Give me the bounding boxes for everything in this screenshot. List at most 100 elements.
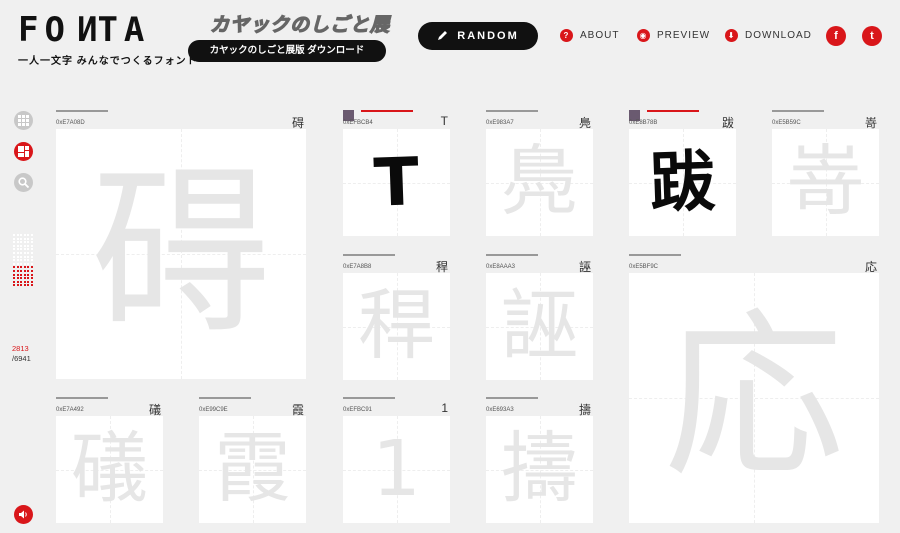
tile-divider	[199, 397, 251, 399]
glyph-tile[interactable]: 0xE7A492 礒礒	[56, 397, 163, 523]
about-link[interactable]: ? ABOUT	[560, 29, 619, 42]
progress-dot	[23, 251, 26, 254]
glyph-card[interactable]: T	[343, 129, 450, 236]
preview-link[interactable]: ◉ PREVIEW	[637, 29, 710, 42]
question-icon: ?	[560, 29, 573, 42]
progress-dot	[13, 255, 15, 258]
glyph-preview: 嵜	[787, 138, 864, 227]
glyph-card[interactable]: 霞	[199, 416, 306, 523]
download-icon: ⬇	[725, 29, 738, 42]
tile-code: 0xE8B78B	[629, 120, 658, 126]
progress-dot	[13, 269, 15, 272]
progress-dot	[23, 266, 26, 269]
event-title[interactable]: カヤックのしごと展	[209, 10, 390, 37]
progress-dot	[27, 248, 30, 251]
progress-dot	[30, 248, 33, 251]
search-button[interactable]	[14, 173, 33, 192]
glyph-tile[interactable]: 0xE7A08D 碍碍	[56, 110, 306, 379]
tile-code: 0xEFBCB4	[343, 120, 373, 126]
progress-dot	[13, 262, 15, 265]
glyph-preview: 誣	[501, 282, 578, 371]
progress-dot	[30, 266, 33, 269]
progress-dot	[27, 244, 30, 247]
glyph-tile[interactable]: 0xE5B59C 嵜嵜	[772, 110, 879, 236]
progress-dot	[16, 251, 19, 254]
progress-dot	[30, 234, 33, 236]
tile-divider	[486, 110, 538, 112]
tile-code: 0xE693A3	[486, 407, 514, 413]
progress-dot	[23, 234, 26, 236]
glyph-card[interactable]: 応	[629, 273, 879, 523]
progress-dot	[23, 273, 26, 276]
progress-dot	[16, 241, 19, 244]
tagline: 一人一文字 みんなでつくるフォント	[18, 56, 198, 67]
glyph-card[interactable]: 鳧	[486, 129, 593, 236]
download-label: DOWNLOAD	[745, 30, 812, 41]
progress-dot	[23, 241, 26, 244]
progress-dots	[13, 234, 35, 287]
progress-dot	[27, 255, 30, 258]
progress-dot	[30, 251, 33, 254]
tile-divider	[56, 110, 108, 112]
event-download-button[interactable]: カヤックのしごと展版 ダウンロード	[188, 40, 386, 62]
glyph-preview: 稈	[358, 282, 435, 371]
glyph-preview: T	[372, 142, 421, 222]
tile-char: 1	[441, 401, 448, 415]
glyph-card[interactable]: 嵜	[772, 129, 879, 236]
facebook-icon[interactable]: f	[826, 26, 846, 46]
glyph-tile[interactable]: 0xEFBC91 1 1	[343, 397, 450, 523]
preview-label: PREVIEW	[657, 30, 711, 41]
progress-dot	[23, 255, 26, 258]
glyph-card[interactable]: 誣	[486, 273, 593, 380]
progress-dot	[13, 284, 15, 287]
glyph-card[interactable]: 礒	[56, 416, 163, 523]
fonta-logo[interactable]: FONTA	[18, 10, 150, 50]
random-label: RANDOM	[457, 30, 519, 42]
glyph-tile[interactable]: 0xE8B78B 跋跋	[629, 110, 736, 236]
progress-dot	[16, 244, 19, 247]
tile-view-button[interactable]	[14, 142, 33, 161]
glyph-tile[interactable]: 0xE7A8B8 稈稈	[343, 254, 450, 380]
random-button[interactable]: RANDOM	[418, 22, 538, 50]
progress-dot	[13, 248, 15, 251]
progress-dot	[27, 266, 30, 269]
progress-dot	[27, 284, 30, 287]
tile-char: T	[440, 114, 448, 128]
glyph-card[interactable]: 1	[343, 416, 450, 523]
progress-dot	[27, 234, 30, 236]
twitter-icon[interactable]: t	[862, 26, 882, 46]
progress-dot	[20, 259, 23, 262]
glyph-tile[interactable]: 0xEFBCB4 T T	[343, 110, 450, 236]
progress-dot	[27, 259, 30, 262]
glyph-preview: 応	[663, 293, 844, 502]
progress-dot	[23, 248, 26, 251]
eye-icon: ◉	[637, 29, 650, 42]
glyph-card[interactable]: 稈	[343, 273, 450, 380]
progress-dot	[20, 280, 23, 283]
glyph-tile[interactable]: 0xE983A7 鳧鳧	[486, 110, 593, 236]
glyph-card[interactable]: 碍	[56, 129, 306, 379]
glyph-preview: 擣	[501, 425, 578, 514]
progress-dot	[27, 251, 30, 254]
tile-divider	[629, 254, 681, 256]
tile-divider	[343, 397, 395, 399]
progress-dot	[13, 234, 15, 236]
progress-dot	[30, 277, 33, 280]
progress-dot	[23, 269, 26, 272]
glyph-card[interactable]: 擣	[486, 416, 593, 523]
glyph-tile[interactable]: 0xE8AAA3 誣誣	[486, 254, 593, 380]
progress-done: 2813	[12, 344, 29, 353]
progress-dot	[27, 280, 30, 283]
glyph-card[interactable]: 跋	[629, 129, 736, 236]
glyph-tile[interactable]: 0xE693A3 擣擣	[486, 397, 593, 523]
glyph-tile[interactable]: 0xE5BF9C 応応	[629, 254, 879, 523]
download-link[interactable]: ⬇ DOWNLOAD	[725, 29, 812, 42]
sound-button[interactable]	[14, 505, 33, 524]
progress-dot	[27, 277, 30, 280]
grid-view-button[interactable]	[14, 111, 33, 130]
progress-dot	[20, 273, 23, 276]
progress-dot	[27, 241, 30, 244]
tile-code: 0xE983A7	[486, 120, 514, 126]
glyph-tile[interactable]: 0xE99C9E 霞霞	[199, 397, 306, 523]
glyph-preview: 碍	[90, 149, 271, 358]
